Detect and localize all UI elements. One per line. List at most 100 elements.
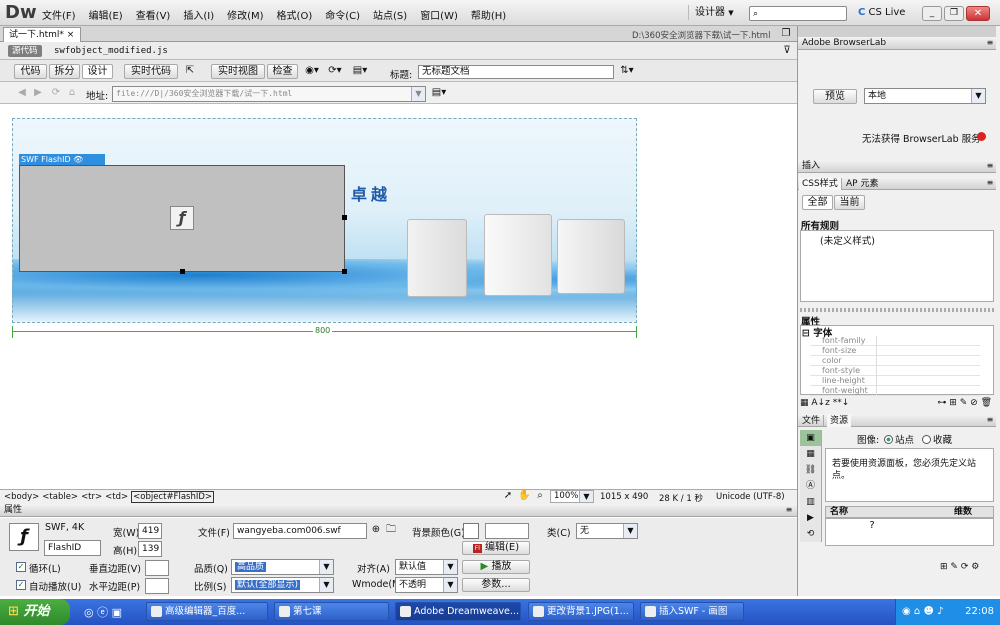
panel-menu-icon[interactable]: ≡ xyxy=(984,160,996,172)
resize-handle-corner[interactable] xyxy=(342,269,347,274)
css-styles-tab[interactable]: CSS样式 xyxy=(799,178,842,190)
menu-item[interactable]: 帮助(H) xyxy=(471,11,506,22)
swf-id-input[interactable]: FlashID xyxy=(44,540,101,556)
css-property-row[interactable]: color xyxy=(810,356,980,366)
design-view-button[interactable]: 设计 xyxy=(82,64,113,79)
chevron-down-icon[interactable]: ▼ xyxy=(319,578,333,592)
scale-select[interactable]: 默认(全部显示) ▼ xyxy=(231,577,334,593)
point-to-file-icon[interactable]: ⊕ xyxy=(370,524,382,536)
quality-select[interactable]: 高品质 ▼ xyxy=(231,559,334,575)
movies-asset-icon[interactable]: ▶ xyxy=(800,510,821,526)
preview-globe-icon[interactable]: ◉▾ xyxy=(302,65,322,77)
menu-item[interactable]: 站点(S) xyxy=(373,11,407,22)
css-property-row[interactable]: font-weight xyxy=(810,386,980,396)
edit-rule-icon[interactable]: ✎ xyxy=(960,398,968,408)
insert-panel-header[interactable]: 插入 xyxy=(798,160,996,173)
taskbar-item[interactable]: Adobe Dreamweave... xyxy=(395,602,521,621)
menu-item[interactable]: 文件(F) xyxy=(42,11,76,22)
chevron-down-icon[interactable]: ▼ xyxy=(319,560,333,574)
new-rule-icon[interactable]: ⊞ xyxy=(949,398,957,408)
split-view-button[interactable]: 拆分 xyxy=(49,64,80,79)
align-select[interactable]: 默认值 ▼ xyxy=(395,559,458,575)
wmode-select[interactable]: 不透明 ▼ xyxy=(395,577,458,593)
chevron-down-icon[interactable]: ▼ xyxy=(411,87,425,101)
file-input[interactable]: wangyeba.com006.swf xyxy=(233,523,367,539)
live-view-button[interactable]: 实时视图 xyxy=(211,64,265,79)
address-input[interactable]: file:///D|/360安全浏览器下载/试一下.html ▼ xyxy=(112,86,426,102)
css-property-row[interactable]: font-style xyxy=(810,366,980,376)
images-asset-icon[interactable]: ▣ xyxy=(800,430,821,446)
panel-menu-icon[interactable]: ≡ xyxy=(984,37,996,49)
bg-color-input[interactable] xyxy=(485,523,529,539)
height-input[interactable]: 139 xyxy=(138,541,162,557)
back-icon[interactable]: ◀ xyxy=(16,87,28,99)
css-current-button[interactable]: 当前 xyxy=(834,195,865,210)
css-all-button[interactable]: 全部 xyxy=(802,195,833,210)
source-code-badge[interactable]: 源代码 xyxy=(8,45,42,57)
resize-handle-bottom[interactable] xyxy=(180,269,185,274)
close-tab-icon[interactable]: × xyxy=(67,30,75,40)
assets-tab[interactable]: 资源 xyxy=(827,415,852,427)
hspace-input[interactable] xyxy=(145,578,169,594)
css-property-row[interactable]: font-size xyxy=(810,346,980,356)
site-radio[interactable]: 站点 xyxy=(884,432,914,446)
zoom-select[interactable]: 100% ▼ xyxy=(550,490,594,503)
class-select[interactable]: 无 ▼ xyxy=(576,523,638,539)
live-code-button[interactable]: 实时代码 xyxy=(124,64,178,79)
menu-item[interactable]: 编辑(E) xyxy=(89,11,123,22)
tag-selector-item[interactable]: <tr> xyxy=(81,492,102,502)
width-guide-label[interactable]: 800 xyxy=(313,326,333,335)
qq-icon[interactable]: ☻ xyxy=(923,606,933,617)
colors-asset-icon[interactable]: ▦ xyxy=(800,446,821,462)
flash-asset-icon[interactable]: Ⓐ xyxy=(800,478,821,494)
tag-selector-item[interactable]: <td> xyxy=(105,492,128,502)
autoplay-checkbox[interactable]: ✓ xyxy=(16,580,26,590)
filter-icon[interactable]: ⊽ xyxy=(780,45,794,57)
refresh-design-icon[interactable]: ⟳▾ xyxy=(325,65,345,77)
tag-selector-item[interactable]: <table> xyxy=(42,492,78,502)
chevron-down-icon[interactable]: ▼ xyxy=(443,578,457,592)
taskbar-item[interactable]: 高级编辑器_百度... xyxy=(146,602,268,621)
zoom-tool-icon[interactable]: ⌕ xyxy=(534,490,546,502)
help-search-input[interactable]: ⌕ xyxy=(749,6,847,21)
name-column-header[interactable]: 名称 xyxy=(830,507,848,518)
taskbar-item[interactable]: 更改背景1.JPG(1... xyxy=(528,602,634,621)
parameters-button[interactable]: 参数... xyxy=(462,578,530,592)
preview-button[interactable]: 预览 xyxy=(813,89,857,104)
new-asset-icon[interactable]: ⊞ xyxy=(940,562,948,572)
inspect-mode-icon[interactable]: ⇱ xyxy=(181,65,199,77)
select-tool-icon[interactable]: ➚ xyxy=(502,490,514,502)
help-icon[interactable]: ? xyxy=(866,520,878,532)
tag-selector-item[interactable]: <object#FlashID> xyxy=(131,491,215,503)
vspace-input[interactable] xyxy=(145,560,169,576)
taskbar-item[interactable]: 第七课 xyxy=(274,602,389,621)
panel-menu-icon[interactable]: ≡ xyxy=(783,504,795,516)
browserlab-panel-header[interactable]: Adobe BrowserLab xyxy=(798,37,996,50)
trash-icon[interactable]: 🗑 xyxy=(981,398,992,408)
urls-asset-icon[interactable]: ⛓ xyxy=(800,462,821,478)
ap-elements-tab[interactable]: AP 元素 xyxy=(843,178,881,190)
files-tab[interactable]: 文件 xyxy=(799,415,825,427)
menu-item[interactable]: 窗口(W) xyxy=(420,11,458,22)
dimensions-column-header[interactable]: 维数 xyxy=(954,507,972,518)
window-size[interactable]: 1015 x 490 xyxy=(600,492,648,502)
restore-doc-icon[interactable]: ❐ xyxy=(780,28,792,40)
volume-icon[interactable]: ♪ xyxy=(937,606,943,617)
width-input[interactable]: 419 xyxy=(138,523,162,539)
home-icon[interactable]: ⌂ xyxy=(66,87,78,99)
tag-selector-item[interactable]: <body> xyxy=(4,492,39,502)
panel-splitter[interactable] xyxy=(800,308,994,312)
resize-handle-right[interactable] xyxy=(342,215,347,220)
address-options-icon[interactable]: ▤▾ xyxy=(430,87,448,99)
refresh-assets-icon[interactable]: ⟳ xyxy=(961,562,969,572)
panel-menu-icon[interactable]: ≡ xyxy=(984,414,996,426)
disable-icon[interactable]: ⊘ xyxy=(970,398,978,408)
workspace-switcher[interactable]: 设计器 ▼ xyxy=(688,5,742,20)
browse-folder-icon[interactable]: 🗀 xyxy=(384,524,398,536)
menu-item[interactable]: 格式(O) xyxy=(277,11,313,22)
chevron-down-icon[interactable]: ▼ xyxy=(579,491,593,502)
bg-color-swatch[interactable] xyxy=(463,523,479,539)
menu-item[interactable]: 插入(I) xyxy=(183,11,214,22)
sort-az-icon[interactable]: A↓z xyxy=(811,398,829,408)
close-button[interactable]: ✕ xyxy=(966,6,990,21)
